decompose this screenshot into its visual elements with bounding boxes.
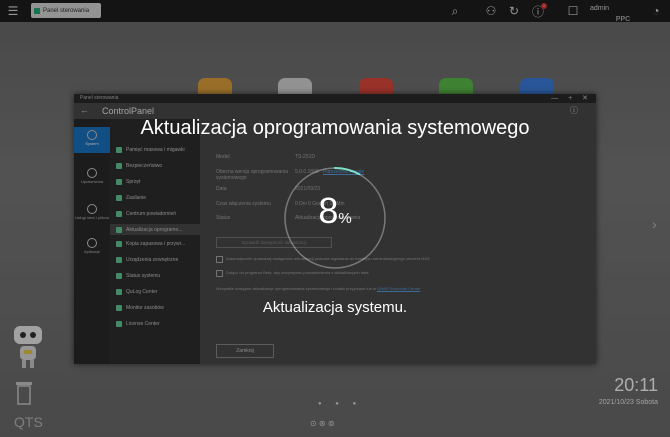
percent-number: 8 bbox=[318, 190, 339, 231]
progress-arc bbox=[334, 167, 361, 176]
update-status: Aktualizacja systemu. bbox=[262, 299, 408, 316]
percent-unit: % bbox=[338, 210, 352, 227]
progress-percent: 8% bbox=[282, 190, 388, 232]
update-title: Aktualizacja oprogramowania systemowego bbox=[140, 117, 530, 139]
